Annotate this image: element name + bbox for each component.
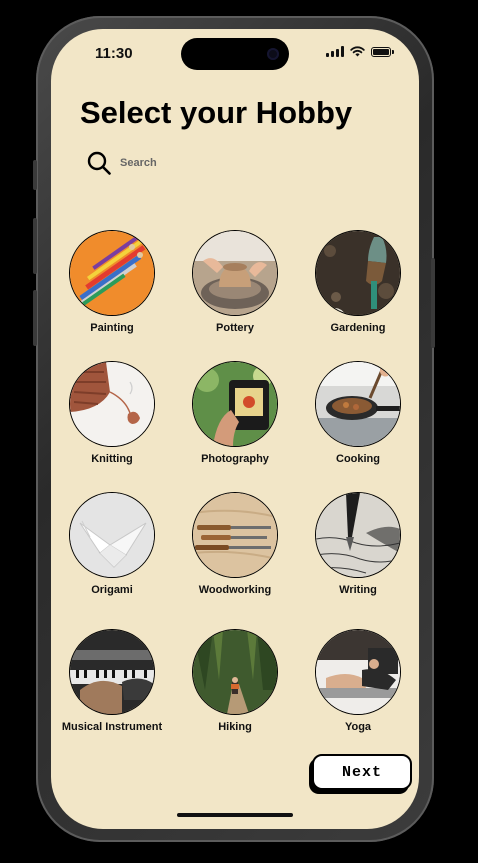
search-bar[interactable] (87, 151, 240, 175)
hobby-label: Musical Instrument (61, 721, 163, 733)
wifi-icon (350, 46, 365, 57)
hobby-hiking[interactable]: Hiking (180, 629, 290, 733)
home-indicator[interactable] (177, 813, 293, 817)
hobby-label: Hiking (218, 721, 252, 733)
hobby-woodworking[interactable]: Woodworking (180, 492, 290, 596)
hobby-label: Writing (339, 584, 377, 596)
hobby-label: Photography (201, 453, 269, 465)
front-camera (267, 48, 279, 60)
pottery-wheel-photo (192, 230, 278, 316)
hobby-painting[interactable]: Painting (57, 230, 167, 334)
action-button (33, 160, 37, 190)
hobby-cooking[interactable]: Cooking (303, 361, 413, 465)
hobby-label: Yoga (344, 721, 372, 733)
battery-icon (371, 46, 394, 57)
power-button (431, 258, 435, 348)
page-title: Select your Hobby (80, 95, 353, 130)
hobby-label: Woodworking (198, 584, 272, 596)
hobby-label: Gardening (330, 322, 386, 334)
hobby-writing[interactable]: Writing (303, 492, 413, 596)
cellular-signal-icon (326, 46, 344, 57)
status-icons (326, 46, 394, 57)
hobby-label: Pottery (216, 322, 254, 334)
app-screen: 11:30 Select your Hobby Search Painting … (51, 29, 419, 829)
yoga-pose-photo (315, 629, 401, 715)
volume-down-button (33, 290, 37, 346)
fountain-pen-photo (315, 492, 401, 578)
paintbrushes-photo (69, 230, 155, 316)
hobby-label: Knitting (91, 453, 133, 465)
camera-photo (192, 361, 278, 447)
volume-up-button (33, 218, 37, 274)
garden-trowel-photo (315, 230, 401, 316)
hobby-yoga[interactable]: Yoga (303, 629, 413, 733)
hobby-pottery[interactable]: Pottery (180, 230, 290, 334)
hobby-label: Cooking (336, 453, 380, 465)
hobby-knitting[interactable]: Knitting (57, 361, 167, 465)
status-time: 11:30 (95, 45, 133, 62)
search-input[interactable] (120, 157, 240, 169)
hobby-origami[interactable]: Origami (57, 492, 167, 596)
hobby-label: Painting (90, 322, 134, 334)
carving-tools-photo (192, 492, 278, 578)
hobby-label: Origami (91, 584, 133, 596)
frying-pan-photo (315, 361, 401, 447)
next-button[interactable]: Next (312, 754, 412, 790)
piano-keys-photo (69, 629, 155, 715)
search-icon[interactable] (87, 151, 111, 175)
hobby-photography[interactable]: Photography (180, 361, 290, 465)
forest-trail-photo (192, 629, 278, 715)
dynamic-island (181, 38, 289, 70)
hobby-gardening[interactable]: Gardening (303, 230, 413, 334)
hobby-musical-instrument[interactable]: Musical Instrument (57, 629, 167, 733)
knitted-yarn-photo (69, 361, 155, 447)
paper-crane-photo (69, 492, 155, 578)
